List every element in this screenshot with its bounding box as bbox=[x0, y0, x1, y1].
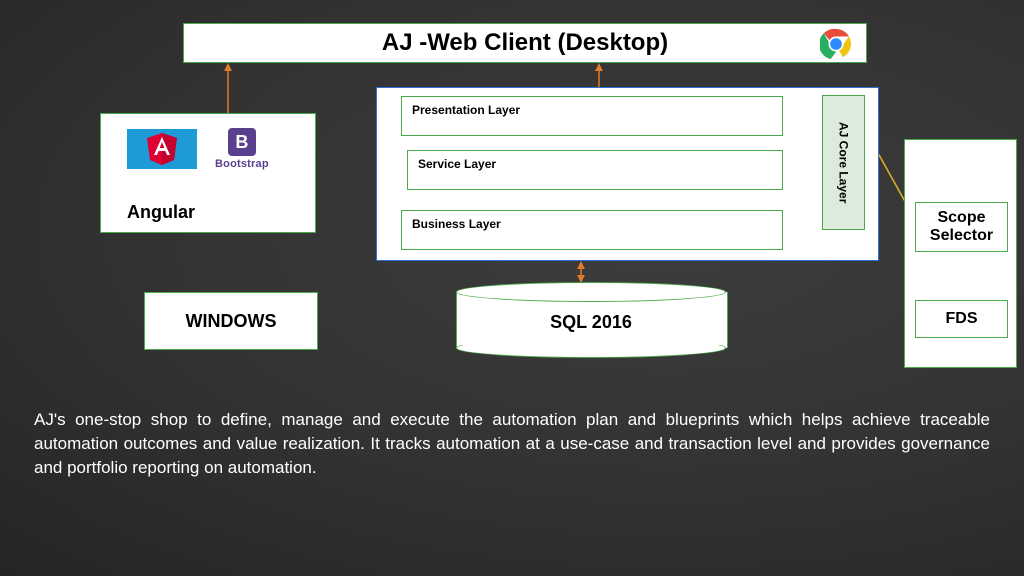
arrow-mid-to-header bbox=[593, 63, 605, 87]
windows-box: WINDOWS bbox=[144, 292, 318, 350]
arrow-angular-to-header bbox=[222, 63, 234, 113]
aj-core-layer-box: AJ Core Layer bbox=[822, 95, 865, 230]
angular-icon bbox=[127, 129, 197, 169]
angular-card: B Bootstrap Angular bbox=[100, 113, 316, 233]
business-layer-box: Business Layer bbox=[401, 210, 783, 250]
bootstrap-icon: B Bootstrap bbox=[215, 128, 269, 170]
aj-core-layer-label: AJ Core Layer bbox=[837, 122, 851, 203]
bootstrap-label: Bootstrap bbox=[215, 158, 269, 170]
header-title: AJ -Web Client (Desktop) bbox=[382, 29, 668, 57]
presentation-layer-box: Presentation Layer bbox=[401, 96, 783, 136]
chrome-icon bbox=[820, 28, 852, 67]
bootstrap-b-glyph: B bbox=[235, 132, 248, 153]
scope-selector-box: Scope Selector bbox=[915, 202, 1008, 252]
windows-label: WINDOWS bbox=[186, 311, 277, 332]
arrow-sql-to-mid bbox=[575, 261, 587, 283]
scope-selector-label: Scope Selector bbox=[916, 209, 1007, 245]
angular-label: Angular bbox=[127, 202, 195, 223]
layers-card: Presentation Layer Service Layer Busines… bbox=[376, 87, 879, 261]
service-layer-box: Service Layer bbox=[407, 150, 783, 190]
fds-box: FDS bbox=[915, 300, 1008, 338]
sql-label: SQL 2016 bbox=[456, 312, 726, 333]
right-panel: Scope Selector FDS bbox=[904, 139, 1017, 368]
sql-cylinder: SQL 2016 bbox=[456, 282, 726, 358]
header-bar: AJ -Web Client (Desktop) bbox=[183, 23, 867, 63]
fds-label: FDS bbox=[946, 310, 978, 328]
description-text: AJ's one-stop shop to define, manage and… bbox=[34, 408, 990, 480]
